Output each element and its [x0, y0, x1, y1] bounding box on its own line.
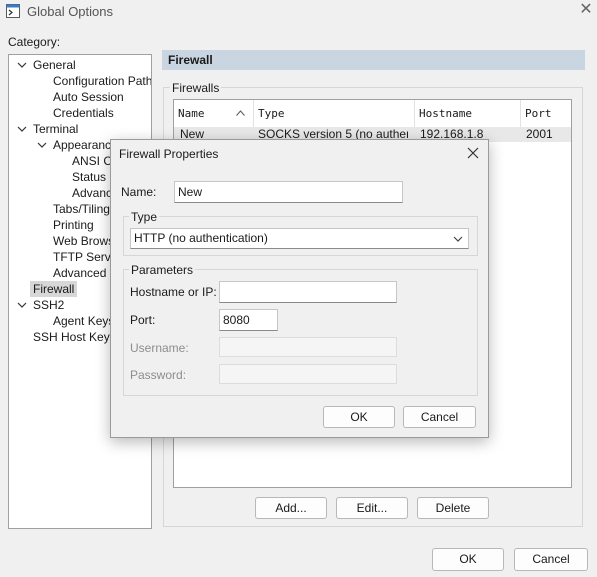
column-header-type[interactable]: Type — [254, 100, 415, 127]
collapse-icon[interactable] — [17, 123, 27, 135]
name-field[interactable]: New — [174, 181, 403, 203]
add-button[interactable]: Add... — [255, 497, 327, 519]
tree-item-terminal[interactable]: Terminal — [33, 121, 78, 137]
collapse-icon[interactable] — [17, 299, 27, 311]
sort-ascending-icon — [236, 110, 245, 116]
type-select[interactable]: HTTP (no authentication) — [130, 228, 469, 249]
password-label: Password: — [130, 368, 187, 382]
delete-button[interactable]: Delete — [417, 497, 489, 519]
category-label: Category: — [8, 35, 61, 49]
type-legend: Type — [129, 210, 160, 224]
name-label: Name: — [121, 185, 157, 199]
dialog-cancel-button[interactable]: Cancel — [403, 406, 476, 428]
window-title: Global Options — [27, 4, 113, 19]
type-select-value: HTTP (no authentication) — [134, 231, 268, 245]
tree-item-configuration-paths[interactable]: Configuration Paths — [53, 73, 151, 89]
port-field[interactable]: 8080 — [219, 309, 278, 331]
chevron-down-icon — [453, 236, 463, 242]
dialog-title: Firewall Properties — [119, 147, 219, 161]
section-header: Firewall — [162, 50, 585, 70]
column-header-port[interactable]: Port — [521, 100, 571, 127]
collapse-icon[interactable] — [37, 139, 47, 151]
app-icon — [6, 4, 20, 18]
tree-item-credentials[interactable]: Credentials — [53, 105, 114, 121]
tree-item-general[interactable]: General — [33, 57, 76, 73]
password-field — [219, 364, 397, 384]
tree-item-ssh2[interactable]: SSH2 — [33, 297, 64, 313]
tree-item-auto-session[interactable]: Auto Session — [53, 89, 124, 105]
tree-item-agent-keys[interactable]: Agent Keys — [53, 313, 114, 329]
edit-button[interactable]: Edit... — [336, 497, 408, 519]
tree-item-firewall[interactable]: Firewall — [30, 281, 78, 297]
dialog-close-icon[interactable] — [465, 145, 481, 161]
username-label: Username: — [130, 341, 189, 355]
tree-item-appearance[interactable]: Appearance — [53, 137, 118, 153]
hostname-field[interactable] — [219, 281, 397, 303]
hostname-label: Hostname or IP: — [130, 285, 217, 299]
port-label: Port: — [130, 313, 156, 327]
tree-item-printing[interactable]: Printing — [53, 217, 94, 233]
window-close-icon[interactable]: ✕ — [578, 2, 594, 18]
cancel-button[interactable]: Cancel — [514, 548, 588, 571]
tree-item-ssh-host-keys[interactable]: SSH Host Keys — [33, 329, 116, 345]
firewall-properties-dialog: Firewall Properties Name: New Type HTTP … — [110, 139, 489, 438]
collapse-icon[interactable] — [17, 59, 27, 71]
column-header-label: Name — [178, 107, 205, 120]
cell-port: 2001 — [526, 127, 553, 141]
parameters-legend: Parameters — [129, 263, 196, 277]
firewalls-group-label: Firewalls — [170, 81, 222, 95]
ok-button[interactable]: OK — [432, 548, 504, 571]
list-header: Name Type Hostname Port — [174, 100, 571, 127]
dialog-ok-button[interactable]: OK — [323, 406, 395, 428]
tree-item-tabs-tiling[interactable]: Tabs/Tiling — [53, 201, 110, 217]
column-header-hostname[interactable]: Hostname — [415, 100, 521, 127]
tree-item-advanced[interactable]: Advanced — [53, 265, 106, 281]
column-header-name[interactable]: Name — [174, 100, 254, 127]
username-field — [219, 337, 397, 357]
